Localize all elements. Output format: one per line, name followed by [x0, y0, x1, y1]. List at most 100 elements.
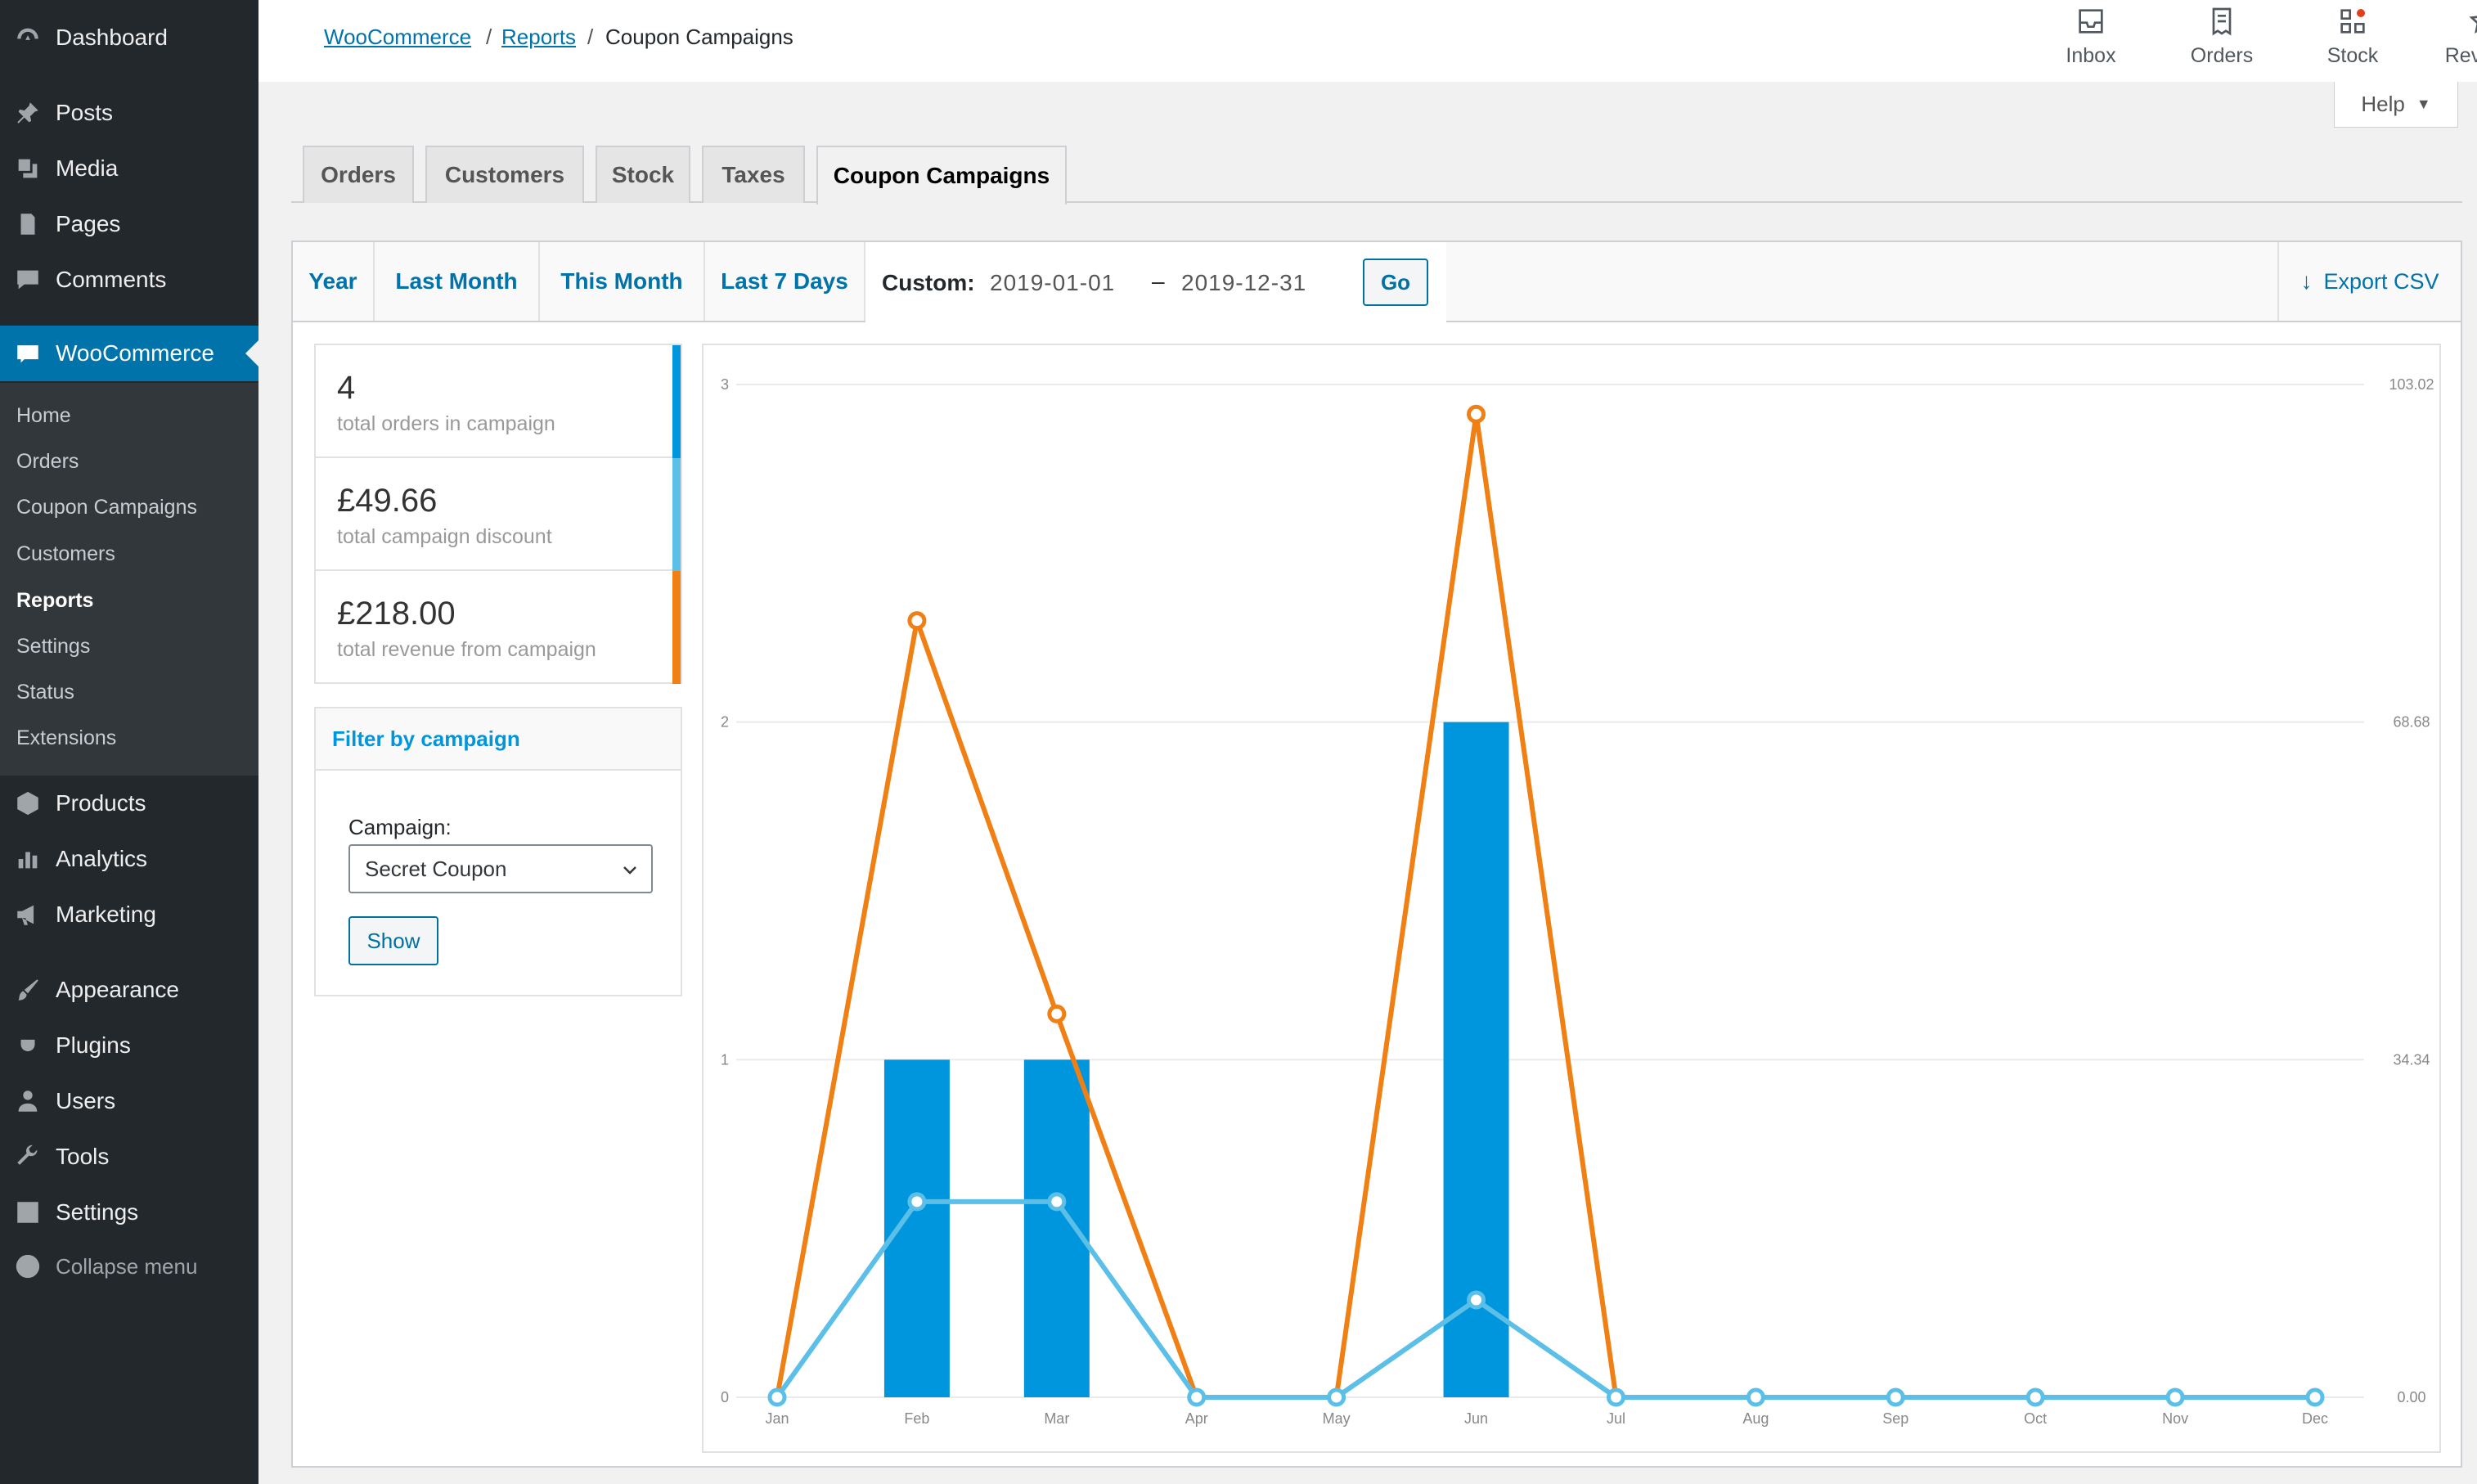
sidebar-item-woocommerce[interactable]: WooCommerce: [0, 326, 258, 381]
activity-orders-button[interactable]: Orders: [2165, 5, 2279, 68]
x-tick-label: May: [1323, 1410, 1351, 1427]
sidebar-item-appearance[interactable]: Appearance: [0, 962, 258, 1018]
activity-reviews-button[interactable]: Reviews: [2426, 5, 2477, 68]
revenue-point: [1467, 404, 1486, 424]
orders-bar: [883, 1059, 950, 1397]
activity-inbox-button[interactable]: Inbox: [2034, 5, 2148, 68]
sidebar-item-analytics[interactable]: Analytics: [0, 831, 258, 887]
sidebar-item-dashboard[interactable]: Dashboard: [0, 10, 258, 65]
range-last-7-days[interactable]: Last 7 Days: [705, 242, 865, 321]
orders-bar: [1023, 1059, 1090, 1397]
breadcrumb-separator: /: [486, 25, 492, 49]
submenu-item-status[interactable]: Status: [16, 681, 74, 704]
stat-total-orders: 4 total orders in campaign: [316, 345, 681, 458]
plug-icon: [0, 1032, 56, 1059]
sidebar-item-label: Collapse menu: [56, 1253, 198, 1279]
tab-orders[interactable]: Orders: [303, 146, 414, 203]
breadcrumb-woocommerce-link[interactable]: WooCommerce: [324, 25, 471, 50]
sidebar-item-media[interactable]: Media: [0, 141, 258, 196]
collapse-icon: [0, 1252, 56, 1280]
woo-icon: [0, 340, 56, 367]
brush-icon: [0, 976, 56, 1004]
show-button[interactable]: Show: [348, 916, 438, 965]
start-date-input[interactable]: 2019-01-01: [990, 270, 1115, 296]
submenu-item-reports[interactable]: Reports: [16, 589, 93, 613]
sidebar-item-pages[interactable]: Pages: [0, 196, 258, 252]
help-label: Help: [2361, 92, 2405, 116]
sidebar-item-plugins[interactable]: Plugins: [0, 1018, 258, 1073]
activity-label: Stock: [2326, 44, 2379, 67]
discount-point: [1746, 1387, 1765, 1407]
stat-label: total campaign discount: [337, 525, 552, 548]
sidebar-item-label: WooCommerce: [56, 340, 214, 366]
x-tick-label: Jan: [765, 1410, 789, 1427]
x-tick-label: Jun: [1464, 1410, 1488, 1427]
range-this-month[interactable]: This Month: [540, 242, 705, 321]
submenu-item-home[interactable]: Home: [16, 404, 71, 428]
revenue-line: [775, 411, 2315, 1400]
user-icon: [0, 1087, 56, 1115]
submenu-item-orders[interactable]: Orders: [16, 450, 79, 474]
bar-chart-icon: [0, 845, 56, 873]
sliders-icon: [0, 1198, 56, 1226]
chevron-down-icon: [623, 866, 636, 875]
sidebar-item-posts[interactable]: Posts: [0, 85, 258, 141]
sidebar-item-label: Pages: [56, 211, 121, 236]
breadcrumb-current: Coupon Campaigns: [605, 25, 793, 49]
end-date-input[interactable]: 2019-12-31: [1181, 270, 1306, 296]
y-left-tick-label: 0: [721, 1389, 729, 1405]
sidebar-item-label: Comments: [56, 267, 167, 292]
stat-value: 4: [337, 370, 356, 406]
range-year[interactable]: Year: [293, 242, 375, 321]
export-csv-button[interactable]: ↓ Export CSV: [2277, 242, 2461, 321]
submenu-item-extensions[interactable]: Extensions: [16, 726, 116, 750]
discount-point: [1187, 1387, 1207, 1407]
range-last-month[interactable]: Last Month: [375, 242, 540, 321]
sidebar-item-comments[interactable]: Comments: [0, 252, 258, 308]
custom-range: Custom: 2019-01-01 – 2019-12-31: [865, 242, 1446, 322]
filter-by-campaign: Filter by campaign Campaign: Secret Coup…: [314, 707, 682, 996]
box-icon: [0, 789, 56, 817]
activity-stock-button[interactable]: Stock: [2295, 5, 2410, 68]
sidebar-item-products[interactable]: Products: [0, 776, 258, 831]
submenu-item-customers[interactable]: Customers: [16, 542, 115, 566]
help-button[interactable]: Help ▼: [2334, 82, 2458, 128]
x-tick-label: Oct: [2024, 1410, 2047, 1427]
tab-customers[interactable]: Customers: [425, 146, 584, 203]
tab-coupon-campaigns[interactable]: Coupon Campaigns: [816, 146, 1067, 205]
sidebar-item-label: Appearance: [56, 977, 180, 1002]
tab-stock[interactable]: Stock: [596, 146, 690, 203]
x-tick-label: Feb: [904, 1410, 929, 1427]
sidebar-item-label: Analytics: [56, 846, 148, 871]
megaphone-icon: [0, 901, 56, 929]
tab-taxes[interactable]: Taxes: [702, 146, 805, 203]
sidebar-item-settings[interactable]: Settings: [0, 1185, 258, 1240]
submenu-item-settings[interactable]: Settings: [16, 635, 90, 659]
orders-icon: [2212, 7, 2232, 36]
discount-point: [767, 1387, 787, 1407]
stat-label: total revenue from campaign: [337, 638, 596, 661]
sidebar-item-tools[interactable]: Tools: [0, 1129, 258, 1185]
stat-value: £218.00: [337, 596, 456, 632]
breadcrumb-reports-link[interactable]: Reports: [501, 25, 576, 50]
discount-line: [775, 1198, 2315, 1400]
y-left-tick-label: 3: [721, 376, 729, 393]
sidebar-item-marketing[interactable]: Marketing: [0, 887, 258, 942]
go-button[interactable]: Go: [1363, 259, 1428, 306]
sidebar-item-users[interactable]: Users: [0, 1073, 258, 1129]
sidebar-item-label: Users: [56, 1088, 116, 1113]
stat-label: total orders in campaign: [337, 412, 555, 435]
campaign-select[interactable]: Secret Coupon: [348, 844, 653, 893]
activity-label: Reviews: [2444, 44, 2477, 67]
admin-sidebar: Dashboard Posts Media Pages Comments WooComme…: [0, 0, 258, 1484]
sidebar-item-collapse-menu[interactable]: Collapse menu: [0, 1239, 258, 1294]
submenu-item-coupon-campaigns[interactable]: Coupon Campaigns: [16, 496, 197, 519]
discount-point: [2025, 1387, 2045, 1407]
stat-total-revenue: £218.00 total revenue from campaign: [316, 571, 681, 684]
x-tick-label: Nov: [2162, 1410, 2188, 1427]
x-tick-label: Apr: [1185, 1410, 1208, 1427]
woocommerce-submenu: Home Orders Coupon Campaigns Customers Repor…: [0, 383, 258, 776]
filter-title[interactable]: Filter by campaign: [316, 708, 681, 771]
campaign-chart: 0 0.00 1 34.34 2 68.68 3 103.02 Jan Feb Mar Apr May J…: [721, 376, 2434, 1427]
discount-point: [1327, 1387, 1346, 1407]
